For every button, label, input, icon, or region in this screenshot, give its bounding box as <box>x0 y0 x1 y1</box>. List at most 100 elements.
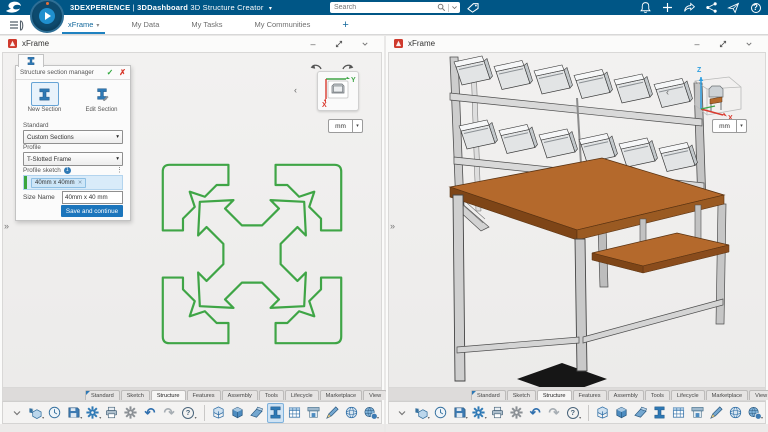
undo-icon[interactable]: ↶ <box>527 403 544 423</box>
export-3d-icon[interactable]: ▾ <box>27 403 44 423</box>
frame-structure-icon[interactable] <box>594 403 611 423</box>
web-settings-icon[interactable]: ▾ <box>746 403 763 423</box>
search-scope-caret-icon[interactable] <box>451 4 458 11</box>
workbench-tab-sketch[interactable]: Sketch <box>121 390 150 400</box>
material-sphere-icon[interactable] <box>727 403 744 423</box>
print-icon[interactable] <box>103 403 120 423</box>
unit-dropdown[interactable]: mm▾ <box>712 119 747 133</box>
new-section-button[interactable]: New Section <box>22 81 68 119</box>
minimize-icon[interactable]: – <box>308 39 318 49</box>
left-edge-expand-icon[interactable]: » <box>390 221 395 231</box>
web-settings-icon[interactable]: ▾ <box>362 403 379 423</box>
workbench-tab-features[interactable]: Features <box>573 390 607 400</box>
cancel-x-icon[interactable]: ✗ <box>119 68 126 77</box>
unit-dropdown[interactable]: mm▾ <box>328 119 363 133</box>
add-plus-icon[interactable] <box>661 1 674 14</box>
workbench-tab-tools[interactable]: Tools <box>645 390 670 400</box>
workbench-tab-lifecycle[interactable]: Lifecycle <box>285 390 319 400</box>
3dcompass-button[interactable] <box>30 0 64 33</box>
workbench-tab-sketch[interactable]: Sketch <box>507 390 536 400</box>
profile-select[interactable]: T-Slotted Frame▾ <box>23 152 123 166</box>
model-3d-viewport[interactable]: » <box>388 52 766 388</box>
workbench-tab-assembly[interactable]: Assembly <box>222 390 258 400</box>
brand-app-context[interactable]: 3D Structure Creator <box>190 3 263 12</box>
tab-my-communities[interactable]: My Communities <box>253 16 313 33</box>
panel-sheet-icon[interactable] <box>248 403 265 423</box>
search-bar[interactable] <box>330 2 460 13</box>
notifications-bell-icon[interactable] <box>639 1 652 14</box>
engraving-tool-icon[interactable] <box>708 403 725 423</box>
tab-xframe[interactable]: xFrame▾ <box>66 16 101 33</box>
network-share-icon[interactable] <box>705 1 718 14</box>
expand-icon[interactable] <box>718 39 728 49</box>
compass-collapse-icon[interactable]: ‹ <box>666 87 669 97</box>
redo-icon[interactable]: ↷ <box>546 403 563 423</box>
save-icon[interactable]: ▾ <box>451 403 468 423</box>
structure-section-icon[interactable] <box>651 403 668 423</box>
structure-section-icon[interactable] <box>267 403 284 423</box>
sketch-selection-chip[interactable]: 40mm x 40mm✕ <box>31 178 86 188</box>
add-tab-button[interactable]: + <box>340 15 350 35</box>
print-icon[interactable] <box>489 403 506 423</box>
kebab-menu-icon[interactable]: ⋮ <box>116 166 123 174</box>
panel-sheet-icon[interactable] <box>632 403 649 423</box>
standard-select[interactable]: Custom Sections▾ <box>23 130 123 144</box>
collapse-toolbar-icon[interactable] <box>394 403 411 423</box>
print-3d-icon[interactable] <box>689 403 706 423</box>
print-3d-icon[interactable] <box>305 403 322 423</box>
frame-structure-icon[interactable] <box>209 403 226 423</box>
help-icon[interactable]: ?▾ <box>564 403 581 423</box>
workbench-tab-standard[interactable]: Standard <box>471 390 506 400</box>
workbench-tab-marketplace[interactable]: Marketplace <box>320 390 362 400</box>
help-icon[interactable]: ?▾ <box>180 403 197 423</box>
compass-collapse-icon[interactable]: ‹ <box>294 85 297 95</box>
bom-table-icon[interactable] <box>670 403 687 423</box>
left-edge-expand-icon[interactable]: » <box>4 221 9 231</box>
search-icon[interactable] <box>437 3 446 12</box>
size-name-input[interactable] <box>62 191 123 204</box>
solid-cube-icon[interactable] <box>229 403 246 423</box>
workbench-tab-marketplace[interactable]: Marketplace <box>706 390 748 400</box>
tab-my-tasks[interactable]: My Tasks <box>189 16 224 33</box>
save-icon[interactable]: ▾ <box>65 403 82 423</box>
view-cube[interactable]: Z X <box>677 63 747 121</box>
dashboard-menu-icon[interactable] <box>9 20 25 31</box>
workbench-tab-view[interactable]: View <box>363 390 387 400</box>
tab-my-data[interactable]: My Data <box>129 16 161 33</box>
workbench-tab-lifecycle[interactable]: Lifecycle <box>671 390 705 400</box>
minimize-icon[interactable]: – <box>692 39 702 49</box>
workbench-tab-assembly[interactable]: Assembly <box>608 390 644 400</box>
redo-icon[interactable]: ↷ <box>161 403 178 423</box>
workbench-tab-structure[interactable]: Structure <box>537 390 572 400</box>
chip-remove-icon[interactable]: ✕ <box>78 180 83 186</box>
view-cube[interactable]: Y X <box>317 71 359 111</box>
history-clock-icon[interactable] <box>46 403 63 423</box>
engraving-tool-icon[interactable] <box>324 403 341 423</box>
tag-icon[interactable] <box>466 2 480 13</box>
workbench-tab-features[interactable]: Features <box>187 390 221 400</box>
workbench-tab-standard[interactable]: Standard <box>85 390 120 400</box>
profile-sketch-field[interactable]: 40mm x 40mm✕ <box>23 175 123 190</box>
settings-gear-icon[interactable]: ▾ <box>470 403 487 423</box>
confirm-check-icon[interactable]: ✓ <box>107 68 114 77</box>
swym-plane-icon[interactable] <box>727 1 740 14</box>
save-and-continue-button[interactable]: Save and continue <box>61 205 123 217</box>
options-gear-icon[interactable] <box>508 403 525 423</box>
settings-gear-icon[interactable]: ▾ <box>84 403 101 423</box>
search-input[interactable] <box>330 4 435 11</box>
share-forward-icon[interactable] <box>683 1 696 14</box>
material-sphere-icon[interactable] <box>343 403 360 423</box>
panel-menu-chevron-icon[interactable] <box>360 39 370 49</box>
bom-table-icon[interactable] <box>286 403 303 423</box>
brand-caret-icon[interactable]: ▾ <box>269 6 272 12</box>
export-3d-icon[interactable]: ▾ <box>413 403 430 423</box>
workbench-tab-view[interactable]: View <box>749 390 768 400</box>
edit-section-button[interactable]: Edit Section <box>79 81 125 119</box>
expand-icon[interactable] <box>334 39 344 49</box>
help-circle-icon[interactable]: ? <box>749 1 762 14</box>
collapse-toolbar-icon[interactable] <box>8 403 25 423</box>
workbench-tab-structure[interactable]: Structure <box>151 390 186 400</box>
history-clock-icon[interactable] <box>432 403 449 423</box>
options-gear-icon[interactable] <box>122 403 139 423</box>
workbench-tab-tools[interactable]: Tools <box>259 390 284 400</box>
